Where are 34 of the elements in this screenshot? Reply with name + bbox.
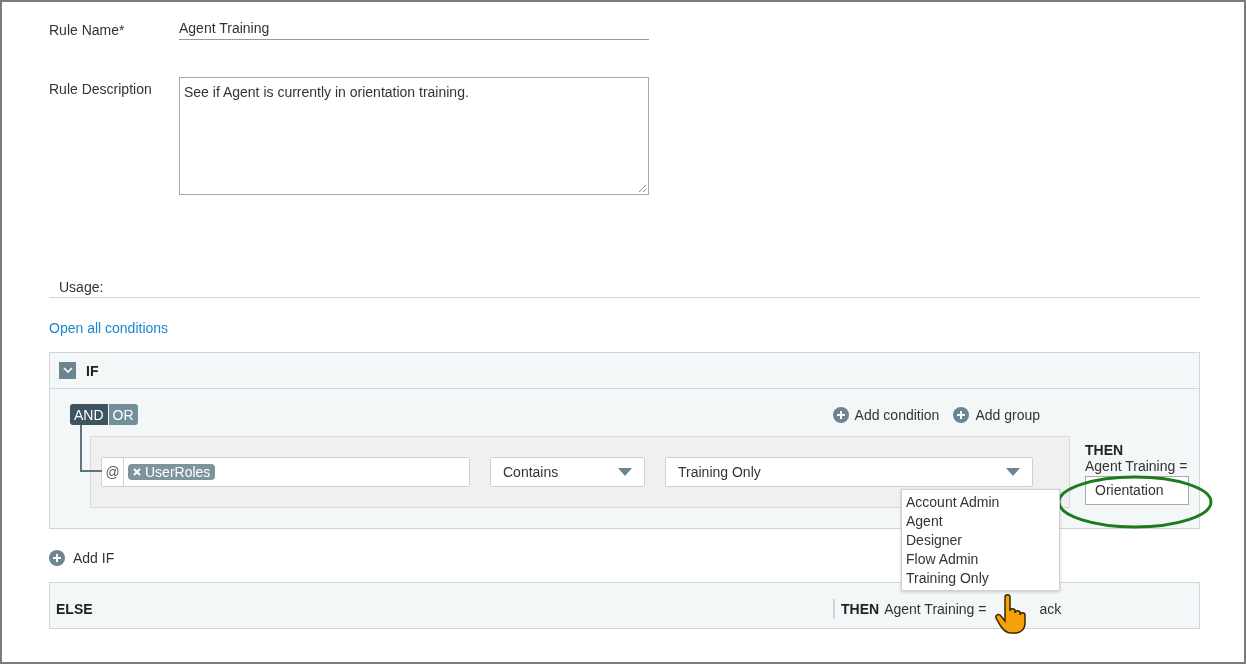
at-sign: @	[102, 458, 124, 486]
add-action-button[interactable]: Add condition	[832, 406, 940, 423]
caret-icon	[618, 468, 632, 476]
field-label: Rule Description	[49, 80, 153, 97]
dropdown-option[interactable]: Training Only	[906, 569, 1055, 588]
open-all-conditions-link[interactable]: Open all conditions	[49, 320, 169, 336]
else-label: ELSE	[56, 600, 93, 617]
rule-name-field[interactable]: Agent Training	[179, 18, 649, 40]
operator-toggle[interactable]: AND	[70, 404, 108, 425]
else-value: ack	[1039, 600, 1062, 617]
plus-icon	[953, 406, 970, 423]
resize-grip-icon[interactable]	[637, 183, 647, 193]
dropdown-option[interactable]: Agent	[906, 512, 1055, 531]
rule-description-field[interactable]: See if Agent is currently in orientation training.	[179, 77, 649, 195]
if-label: IF	[86, 362, 99, 379]
target-label: Agent Training =	[884, 600, 987, 617]
caret-icon	[1006, 468, 1020, 476]
target-label: Agent Training =	[1085, 458, 1188, 474]
then-label: THEN	[841, 600, 880, 617]
then-label: THEN	[1085, 442, 1124, 458]
field-label: Rule Name*	[49, 21, 126, 38]
attribute-field[interactable]: @ UserRoles	[101, 457, 470, 487]
collapse-button[interactable]	[59, 362, 76, 379]
dropdown-option[interactable]: Flow Admin	[906, 550, 1055, 569]
remove-icon[interactable]	[133, 468, 141, 476]
operator-select[interactable]: Contains	[490, 457, 645, 487]
add-action-button[interactable]: Add group	[953, 406, 1040, 423]
dropdown-option[interactable]: Designer	[906, 531, 1055, 550]
chevron-icon	[62, 367, 73, 374]
dropdown-option[interactable]: Account Admin	[906, 493, 1055, 512]
plus-icon	[832, 406, 849, 423]
plus-icon	[49, 550, 65, 566]
add-if-button[interactable]: Add IF	[49, 550, 115, 566]
usage-label: Usage:	[59, 279, 104, 295]
